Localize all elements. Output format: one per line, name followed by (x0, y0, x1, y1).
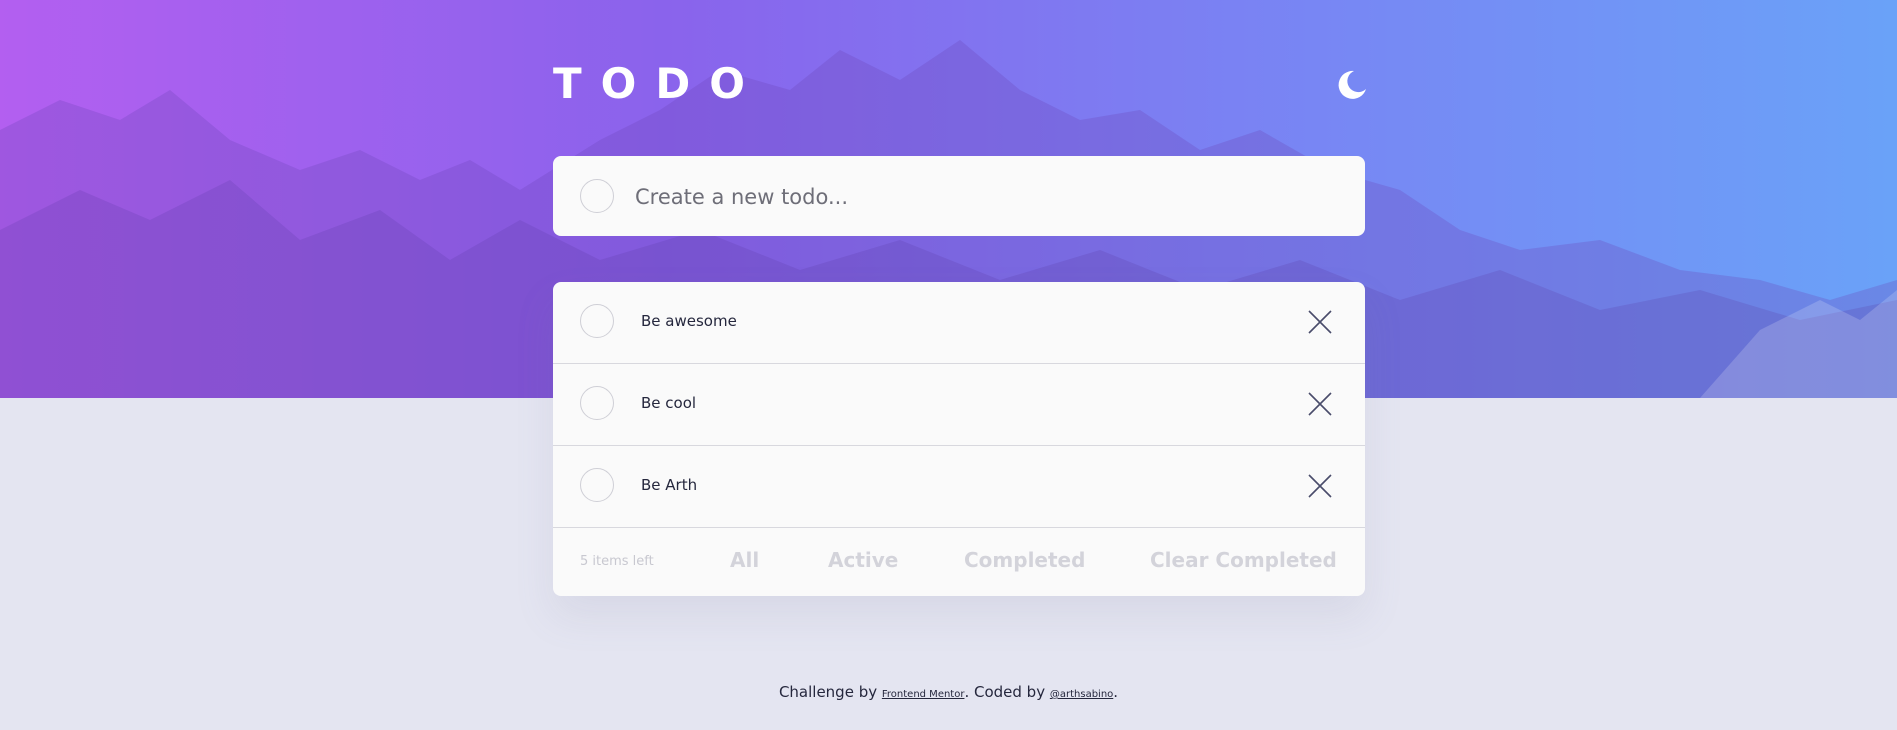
todo-list: Be awesome Be cool Be Arth 5 items left … (553, 282, 1365, 596)
close-icon (1308, 310, 1332, 334)
attribution-suffix: . (1113, 683, 1119, 701)
frontend-mentor-link[interactable]: Frontend Mentor (882, 689, 965, 700)
attribution: Challenge by Frontend Mentor. Coded by @… (0, 683, 1897, 701)
close-icon (1308, 392, 1332, 416)
todo-item: Be awesome (553, 282, 1365, 364)
delete-todo-button[interactable] (1307, 473, 1333, 499)
theme-toggle-button[interactable] (1331, 66, 1371, 106)
todo-text: Be Arth (641, 476, 698, 494)
close-icon (1308, 474, 1332, 498)
list-footer: 5 items left All Active Completed Clear … (553, 528, 1365, 596)
delete-todo-button[interactable] (1307, 309, 1333, 335)
author-link[interactable]: @arthsabino (1050, 689, 1113, 700)
todo-item: Be cool (553, 364, 1365, 446)
todo-checkbox[interactable] (580, 468, 614, 502)
new-todo-checkbox[interactable] (580, 179, 614, 213)
attribution-middle: . Coded by (964, 683, 1050, 701)
new-todo-input[interactable] (633, 176, 1337, 218)
items-left-count: 5 items left (580, 554, 654, 569)
todo-text: Be cool (641, 394, 697, 412)
filter-all[interactable]: All (730, 548, 759, 572)
new-todo-form (553, 156, 1365, 236)
todo-item: Be Arth (553, 446, 1365, 528)
attribution-prefix: Challenge by (778, 683, 882, 701)
filter-completed[interactable]: Completed (964, 548, 1085, 572)
todo-checkbox[interactable] (580, 386, 614, 420)
delete-todo-button[interactable] (1307, 391, 1333, 417)
todo-checkbox[interactable] (580, 304, 614, 338)
todo-text: Be awesome (641, 312, 737, 330)
moon-icon (1338, 70, 1366, 99)
filter-active[interactable]: Active (828, 548, 898, 572)
app-title: TODO (553, 59, 764, 108)
clear-completed-button[interactable]: Clear Completed (1150, 548, 1337, 572)
